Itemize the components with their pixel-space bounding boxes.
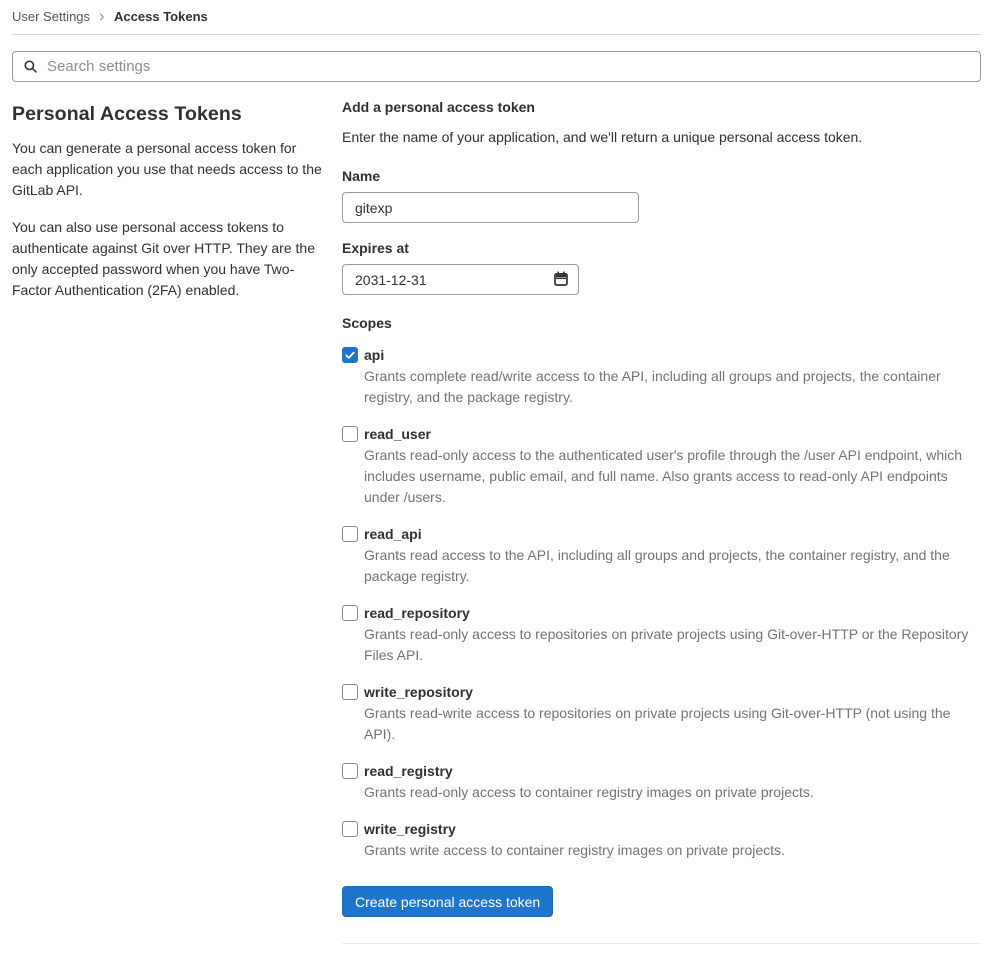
content: Personal Access Tokens You can generate … bbox=[0, 82, 993, 954]
name-label: Name bbox=[342, 168, 381, 184]
scope-checkbox[interactable] bbox=[342, 605, 358, 621]
scope-text: read_registry Grants read-only access to… bbox=[364, 761, 814, 803]
scope-row: read_api Grants read access to the API, … bbox=[342, 524, 981, 587]
access-tokens-settings-page: User Settings Access Tokens Personal Acc… bbox=[0, 0, 993, 954]
chevron-right-icon bbox=[97, 12, 107, 22]
token-name-input[interactable] bbox=[342, 192, 639, 223]
scope-text: write_registry Grants write access to co… bbox=[364, 819, 785, 861]
expires-date-wrap bbox=[342, 264, 579, 295]
scope-row: write_registry Grants write access to co… bbox=[342, 819, 981, 861]
scope-description: Grants read-only access to repositories … bbox=[364, 626, 969, 663]
expires-at-input[interactable] bbox=[342, 264, 579, 295]
scope-label[interactable]: read_user bbox=[364, 424, 970, 444]
scope-label[interactable]: api bbox=[364, 345, 970, 365]
name-field-group: Name bbox=[342, 168, 981, 223]
scope-description: Grants read-write access to repositories… bbox=[364, 705, 951, 742]
scope-description: Grants read-only access to the authentic… bbox=[364, 447, 963, 505]
scope-label[interactable]: read_api bbox=[364, 524, 970, 544]
scope-checkbox[interactable] bbox=[342, 426, 358, 442]
scope-checkbox[interactable] bbox=[342, 347, 358, 363]
scope-description: Grants write access to container registr… bbox=[364, 842, 785, 858]
scope-row: write_repository Grants read-write acces… bbox=[342, 682, 981, 745]
scope-checkbox[interactable] bbox=[342, 684, 358, 700]
scope-label[interactable]: write_repository bbox=[364, 682, 970, 702]
scope-row: read_user Grants read-only access to the… bbox=[342, 424, 981, 508]
create-token-button[interactable]: Create personal access token bbox=[342, 886, 554, 917]
section-paragraph-2: You can also use personal access tokens … bbox=[12, 219, 315, 298]
expires-field-group: Expires at bbox=[342, 240, 981, 295]
scopes-list: api Grants complete read/write access to… bbox=[342, 345, 981, 861]
scope-text: read_api Grants read access to the API, … bbox=[364, 524, 970, 587]
scope-checkbox[interactable] bbox=[342, 763, 358, 779]
scope-text: read_repository Grants read-only access … bbox=[364, 603, 970, 666]
scope-checkbox[interactable] bbox=[342, 821, 358, 837]
scope-label[interactable]: write_registry bbox=[364, 819, 785, 839]
breadcrumb-access-tokens: Access Tokens bbox=[114, 9, 208, 24]
scope-row: read_registry Grants read-only access to… bbox=[342, 761, 981, 803]
search-icon bbox=[23, 59, 38, 74]
scope-row: api Grants complete read/write access to… bbox=[342, 345, 981, 408]
scope-description: Grants read-only access to container reg… bbox=[364, 784, 814, 800]
scope-label[interactable]: read_registry bbox=[364, 761, 814, 781]
scope-description: Grants complete read/write access to the… bbox=[364, 368, 941, 405]
breadcrumb-user-settings[interactable]: User Settings bbox=[12, 9, 90, 24]
scope-text: api Grants complete read/write access to… bbox=[364, 345, 970, 408]
scope-label[interactable]: read_repository bbox=[364, 603, 970, 623]
token-form: Add a personal access token Enter the na… bbox=[342, 82, 981, 954]
scope-text: read_user Grants read-only access to the… bbox=[364, 424, 970, 508]
scopes-label: Scopes bbox=[342, 315, 392, 331]
settings-search-bar bbox=[12, 51, 981, 82]
scope-row: read_repository Grants read-only access … bbox=[342, 603, 981, 666]
breadcrumb: User Settings Access Tokens bbox=[12, 0, 981, 35]
section-description-column: Personal Access Tokens You can generate … bbox=[12, 82, 330, 301]
section-paragraph-1: You can generate a personal access token… bbox=[12, 140, 322, 198]
scope-description: Grants read access to the API, including… bbox=[364, 547, 950, 584]
expires-label: Expires at bbox=[342, 240, 409, 256]
search-input[interactable] bbox=[45, 57, 970, 76]
form-description: Enter the name of your application, and … bbox=[342, 129, 863, 145]
check-icon bbox=[345, 351, 355, 359]
scope-text: write_repository Grants read-write acces… bbox=[364, 682, 970, 745]
form-title: Add a personal access token bbox=[342, 99, 535, 115]
section-divider bbox=[342, 943, 981, 944]
scope-checkbox[interactable] bbox=[342, 526, 358, 542]
page-title: Personal Access Tokens bbox=[12, 103, 242, 125]
